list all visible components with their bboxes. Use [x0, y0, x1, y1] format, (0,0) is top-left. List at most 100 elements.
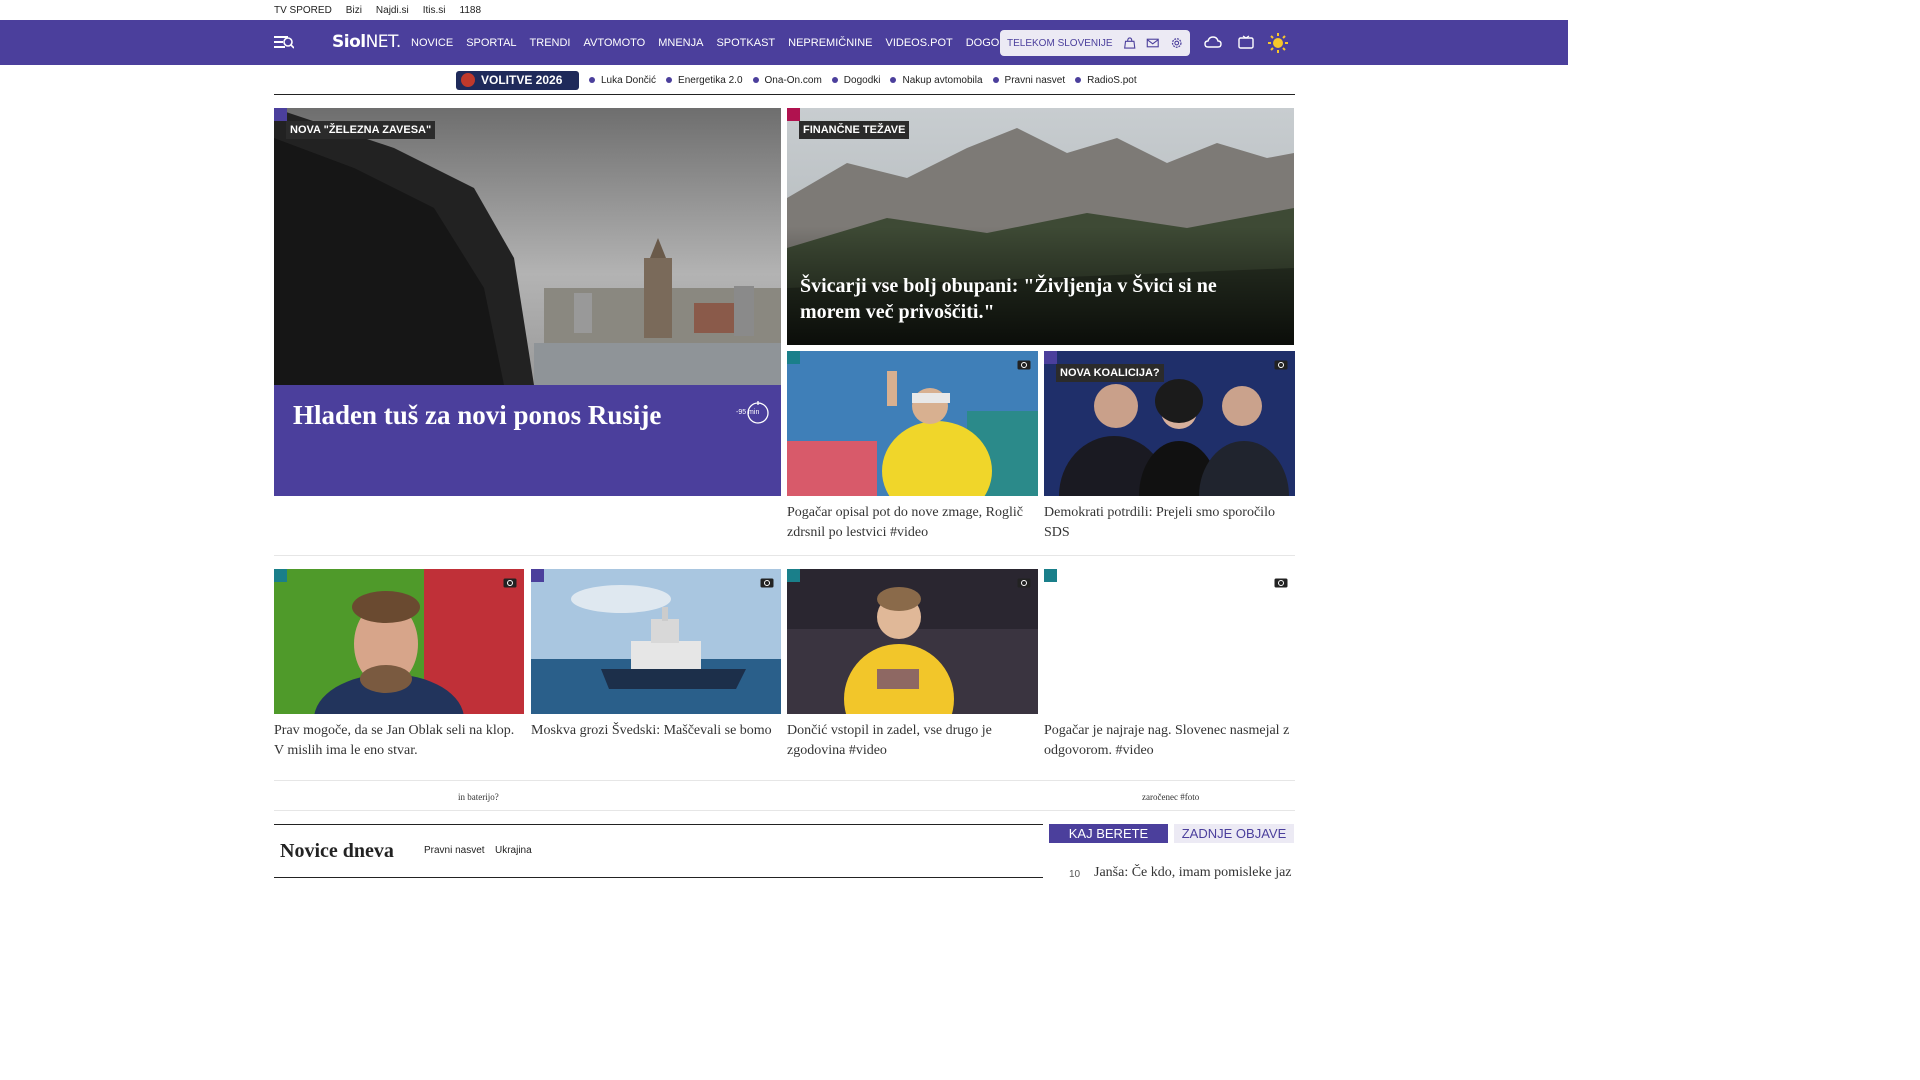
- category-color-marker: [787, 351, 800, 364]
- section-title: Novice dneva: [280, 840, 394, 862]
- logo-main: Siol: [332, 32, 366, 52]
- demokrati-tag: NOVA KOALICIJA?: [1056, 364, 1164, 382]
- bullet-dot-icon: [992, 77, 999, 83]
- camera-icon: [1274, 360, 1288, 370]
- bullet-dot-icon: [666, 77, 673, 83]
- top-link-najdi[interactable]: Najdi.si: [376, 5, 409, 16]
- nav-nepremicnine[interactable]: NEPREMIČNINE: [788, 37, 872, 49]
- bullet-dot-icon: [752, 77, 759, 83]
- nav-mnenja[interactable]: MNENJA: [658, 37, 703, 49]
- section-bottom-line: [274, 877, 1043, 878]
- oblak-caption[interactable]: Prav mogoče, da se Jan Oblak seli na klo…: [274, 721, 524, 761]
- section-link-ukrajina[interactable]: Ukrajina: [495, 845, 532, 856]
- camera-icon: [1274, 578, 1288, 588]
- hero-title[interactable]: Hladen tuš za novi ponos Rusije: [293, 400, 661, 431]
- oblak-article-card[interactable]: [274, 569, 524, 714]
- nav-avtomoto[interactable]: AVTOMOTO: [583, 37, 645, 49]
- nav-trendi[interactable]: TRENDI: [530, 37, 571, 49]
- mail-icon[interactable]: [1146, 35, 1159, 51]
- coast-guard-ship-image: [531, 569, 781, 714]
- tab-zadnje-objave[interactable]: ZADNJE OBJAVE: [1174, 824, 1294, 843]
- pogacar-nag-article-card[interactable]: [1044, 569, 1295, 714]
- category-color-marker: [531, 569, 544, 582]
- top-link-1188[interactable]: 1188: [460, 5, 482, 16]
- category-color-marker: [274, 569, 287, 582]
- category-color-marker: [787, 569, 800, 582]
- nav-videospot[interactable]: VIDEOS.POT: [885, 37, 952, 49]
- volitve-logo-icon: [461, 73, 475, 87]
- settings-gear-icon[interactable]: [1170, 35, 1183, 51]
- trend-item[interactable]: Ona-On.com: [752, 74, 822, 86]
- hero-time: -95 min: [736, 409, 760, 416]
- doncic-image: [787, 569, 1038, 714]
- trend-item-label: Ona-On.com: [764, 74, 822, 86]
- bullet-dot-icon: [890, 77, 897, 83]
- trend-item-label: Pravni nasvet: [1004, 74, 1066, 86]
- bullet-dot-icon: [831, 77, 838, 83]
- doncic-article-card[interactable]: [787, 569, 1038, 714]
- category-color-marker: [1044, 351, 1057, 364]
- sidebar-tabs: KAJ BERETE ZADNJE OBJAVE: [1049, 824, 1294, 843]
- hero-image: [274, 108, 781, 385]
- pogacar-article-card[interactable]: [787, 351, 1038, 496]
- trend-item[interactable]: Nakup avtomobila: [890, 74, 983, 86]
- moskva-caption[interactable]: Moskva grozi Švedski: Maščevali se bomo: [531, 721, 781, 741]
- trend-item[interactable]: Pravni nasvet: [992, 74, 1066, 86]
- tab-kaj-berete[interactable]: KAJ BERETE: [1049, 824, 1168, 843]
- section-top-line: [274, 824, 1043, 825]
- divider: [274, 780, 1295, 781]
- swiss-title[interactable]: Švicarji vse bolj obupani: "Življenja v …: [800, 273, 1280, 325]
- oblak-image: [274, 569, 524, 714]
- list-item-number: 10: [1069, 869, 1081, 880]
- telekom-panel: TELEKOM SLOVENIJE: [1000, 30, 1190, 56]
- image-placeholder: [1044, 569, 1295, 714]
- volitve-badge[interactable]: VOLITVE 2026: [456, 70, 579, 90]
- category-color-marker: [1044, 569, 1057, 582]
- top-link-bizi[interactable]: Bizi: [346, 5, 362, 16]
- category-color-marker: [274, 108, 287, 121]
- camera-icon: [760, 578, 774, 588]
- tv-icon[interactable]: [1235, 32, 1257, 54]
- strip-text-right[interactable]: zaročenec #foto: [1142, 788, 1199, 806]
- telekom-label[interactable]: TELEKOM SLOVENIJE: [1007, 38, 1113, 49]
- camera-icon: [1017, 360, 1031, 370]
- camera-icon: [503, 578, 517, 588]
- hero-article-card[interactable]: NOVA "ŽELEZNA ZAVESA" -95 min: [274, 108, 781, 496]
- category-color-marker: [787, 108, 800, 121]
- pogacar-caption[interactable]: Pogačar opisal pot do nove zmage, Roglič…: [787, 503, 1037, 543]
- weather-icon[interactable]: [1202, 32, 1224, 54]
- pogacar-nag-caption[interactable]: Pogačar je najraje nag. Slovenec nasmeja…: [1044, 721, 1294, 761]
- demokrati-caption[interactable]: Demokrati potrdili: Prejeli smo sporočil…: [1044, 503, 1294, 543]
- siolnet-logo[interactable]: SiolNET.: [332, 32, 401, 52]
- trend-item[interactable]: Energetika 2.0: [666, 75, 743, 86]
- top-link-itis[interactable]: Itis.si: [423, 5, 446, 16]
- trend-item-label: Nakup avtomobila: [902, 74, 983, 86]
- shopping-bag-icon[interactable]: [1123, 35, 1136, 51]
- sun-theme-icon[interactable]: [1267, 32, 1289, 54]
- divider: [274, 555, 1295, 556]
- trend-item-label: Luka Dončić: [601, 74, 657, 86]
- trend-item[interactable]: RadioS.pot: [1075, 74, 1137, 86]
- nav-spotkast[interactable]: SPOTKAST: [716, 37, 775, 49]
- strip-text-left[interactable]: in baterijo?: [458, 788, 499, 806]
- nav-novice[interactable]: NOVICE: [411, 37, 453, 49]
- nav-sportal[interactable]: SPORTAL: [466, 37, 516, 49]
- trend-item-label: Dogodki: [843, 74, 881, 86]
- moskva-article-card[interactable]: [531, 569, 781, 714]
- main-header: SiolNET. NOVICE SPORTAL TRENDI AVTOMOTO …: [0, 20, 1568, 65]
- bullet-dot-icon: [1075, 77, 1082, 83]
- menu-search-icon[interactable]: [274, 33, 294, 51]
- demokrati-article-card[interactable]: NOVA KOALICIJA?: [1044, 351, 1295, 496]
- trend-item[interactable]: Luka Dončić: [589, 75, 656, 86]
- bullet-dot-icon: [589, 77, 595, 83]
- section-link-pravni-nasvet[interactable]: Pravni nasvet: [424, 845, 485, 856]
- volitve-label: VOLITVE 2026: [481, 73, 563, 87]
- trend-item-label: Energetika 2.0: [678, 74, 743, 86]
- top-link-tv-spored[interactable]: TV SPORED: [274, 5, 332, 16]
- doncic-caption[interactable]: Dončić vstopil in zadel, vse drugo je zg…: [787, 721, 1037, 761]
- trend-item-label: RadioS.pot: [1087, 74, 1137, 86]
- cyclist-image: [787, 351, 1038, 496]
- trend-item[interactable]: Dogodki: [831, 74, 881, 86]
- swiss-tag: FINANČNE TEŽAVE: [799, 121, 910, 139]
- list-item[interactable]: Janša: Če kdo, imam pomisleke jaz: [1094, 865, 1292, 881]
